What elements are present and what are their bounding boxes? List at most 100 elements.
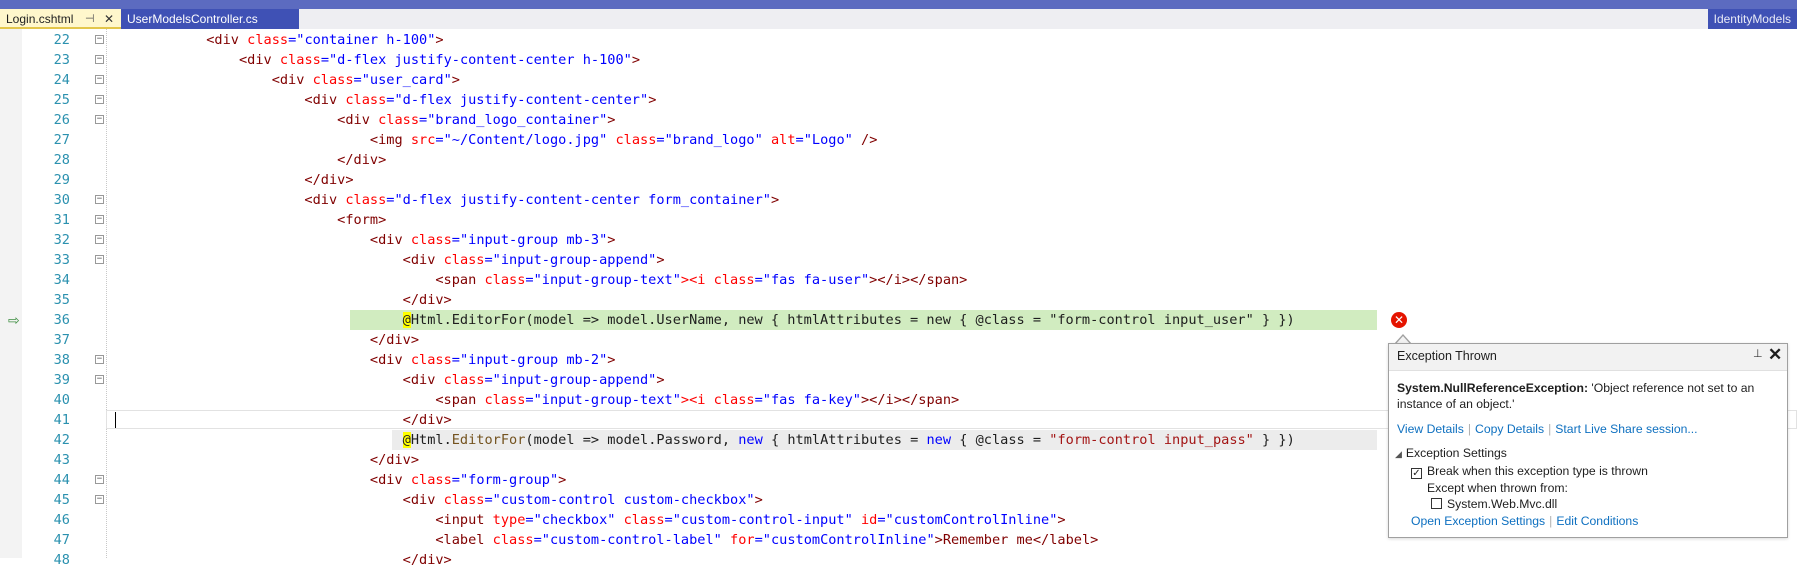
code-text: <div class="container h-100"> [108,30,443,50]
fold-toggle-icon[interactable]: − [95,495,104,504]
fold-toggle-icon[interactable]: − [95,235,104,244]
code-line[interactable]: 25 − <div class="d-flex justify-content-c… [0,90,1797,110]
code-line[interactable]: 27 <img src="~/Content/logo.jpg" class="… [0,130,1797,150]
line-number: 43 [53,452,70,468]
fold-toggle-icon[interactable]: − [95,375,104,384]
code-token: >Remember me</label> [934,532,1099,548]
close-icon[interactable]: ✕ [104,9,114,29]
code-line[interactable]: 34 <span class="input-group-text"><i cla… [0,270,1797,290]
code-token: <div [402,252,436,268]
code-token: class [337,192,387,208]
code-token: > [558,472,567,488]
exception-popup: Exception Thrown ⊥ ✕ System.NullReferenc… [1388,343,1788,538]
code-token: <form> [337,212,387,228]
code-token: ="brand_logo_container" [419,112,608,128]
pin-icon[interactable]: ⊣ [85,9,95,29]
fold-toggle-icon[interactable]: − [95,35,104,44]
break-when-thrown-row[interactable]: ✓ Break when this exception type is throw… [1411,464,1648,479]
tab-bar: Login.cshtml ⊣ ✕ UserModelsController.cs… [0,0,1797,29]
fold-toggle-icon[interactable]: − [95,55,104,64]
line-number: 25 [53,92,70,108]
code-token: @ [402,312,411,328]
separator: | [1467,422,1472,436]
code-line[interactable]: 35 </div> [0,290,1797,310]
code-token: ="input-group-text" [525,392,681,408]
fold-toggle-icon[interactable]: − [95,195,104,204]
fold-toggle-icon[interactable]: − [95,115,104,124]
code-token: > [656,252,665,268]
code-line[interactable]: 33 − <div class="input-group-append"> [0,250,1797,270]
code-text: <div class="user_card"> [108,70,460,90]
code-text: <div class="d-flex justify-content-cente… [108,190,779,210]
code-text: <div class="input-group mb-2"> [108,350,616,370]
code-token: class [402,352,452,368]
separator: | [1549,514,1553,528]
line-number: 22 [53,32,70,48]
code-token: @ [402,432,411,448]
code-line[interactable]: 28 </div> [0,150,1797,170]
code-line[interactable]: 22 − <div class="container h-100"> [0,30,1797,50]
pin-icon[interactable]: ⊥ [1753,347,1763,360]
code-token: <div [369,232,403,248]
tab-login-cshtml[interactable]: Login.cshtml ⊣ ✕ [0,9,121,29]
code-token: new [738,432,763,448]
fold-toggle-icon[interactable]: − [95,255,104,264]
code-token: class [476,272,526,288]
code-token: ></i></span> [869,272,968,288]
exception-message: System.NullReferenceException: 'Object r… [1397,380,1777,412]
fold-toggle-icon[interactable]: − [95,75,104,84]
edit-conditions-link[interactable]: Edit Conditions [1556,514,1638,528]
fold-toggle-icon[interactable]: − [95,215,104,224]
code-token: class [615,512,665,528]
code-line[interactable]: 48 </div> [0,550,1797,570]
code-token: class [271,52,321,68]
line-number: 28 [53,152,70,168]
code-token: ="form-group" [451,472,559,488]
tab-usermodelscontroller-cs[interactable]: UserModelsController.cs [121,9,299,29]
close-icon[interactable]: ✕ [1768,345,1782,365]
live-share-link[interactable]: Start Live Share session... [1555,422,1697,436]
code-token: src [402,132,436,148]
exception-settings-toggle[interactable]: ◢ Exception Settings [1395,446,1507,460]
code-token: alt [762,132,796,148]
code-token: > [631,52,640,68]
code-line[interactable]: 24 − <div class="user_card"> [0,70,1797,90]
dll-row[interactable]: System.Web.Mvc.dll [1431,497,1557,511]
tab-label: IdentityModels [1713,12,1791,26]
code-line[interactable]: 26 − <div class="brand_logo_container"> [0,110,1797,130]
code-line[interactable]: 23 − <div class="d-flex justify-content-c… [0,50,1797,70]
checkbox-unchecked-icon[interactable] [1431,498,1442,509]
open-exception-settings-link[interactable]: Open Exception Settings [1411,514,1545,528]
copy-details-link[interactable]: Copy Details [1475,422,1544,436]
code-line[interactable]: 29 </div> [0,170,1797,190]
code-token: </div> [369,452,420,468]
code-token: ="d-flex justify-content-center h-100" [320,52,632,68]
code-line[interactable]: 31 − <form> [0,210,1797,230]
code-line[interactable]: 30 − <div class="d-flex justify-content-c… [0,190,1797,210]
code-line[interactable]: ⇨ 36 @Html.EditorFor(model => model.UserN… [0,310,1797,330]
code-token: ="customControlInline" [754,532,935,548]
code-token: > [451,72,460,88]
code-token: ="custom-control-input" [664,512,853,528]
execution-pointer-icon: ⇨ [8,313,20,329]
tab-identitymodels[interactable]: IdentityModels [1707,9,1797,29]
fold-toggle-icon[interactable]: − [95,475,104,484]
settings-header: Exception Settings [1405,446,1507,460]
error-icon[interactable]: ✕ [1391,312,1407,328]
code-text: <div class="d-flex justify-content-cente… [108,50,640,70]
checkbox-checked-icon[interactable]: ✓ [1411,468,1422,479]
fold-toggle-icon[interactable]: − [95,355,104,364]
line-number: 47 [53,532,70,548]
code-token: class [238,32,289,48]
code-line[interactable]: 32 − <div class="input-group mb-3"> [0,230,1797,250]
fold-toggle-icon[interactable]: − [95,95,104,104]
view-details-link[interactable]: View Details [1397,422,1464,436]
code-token: <div [402,372,436,388]
